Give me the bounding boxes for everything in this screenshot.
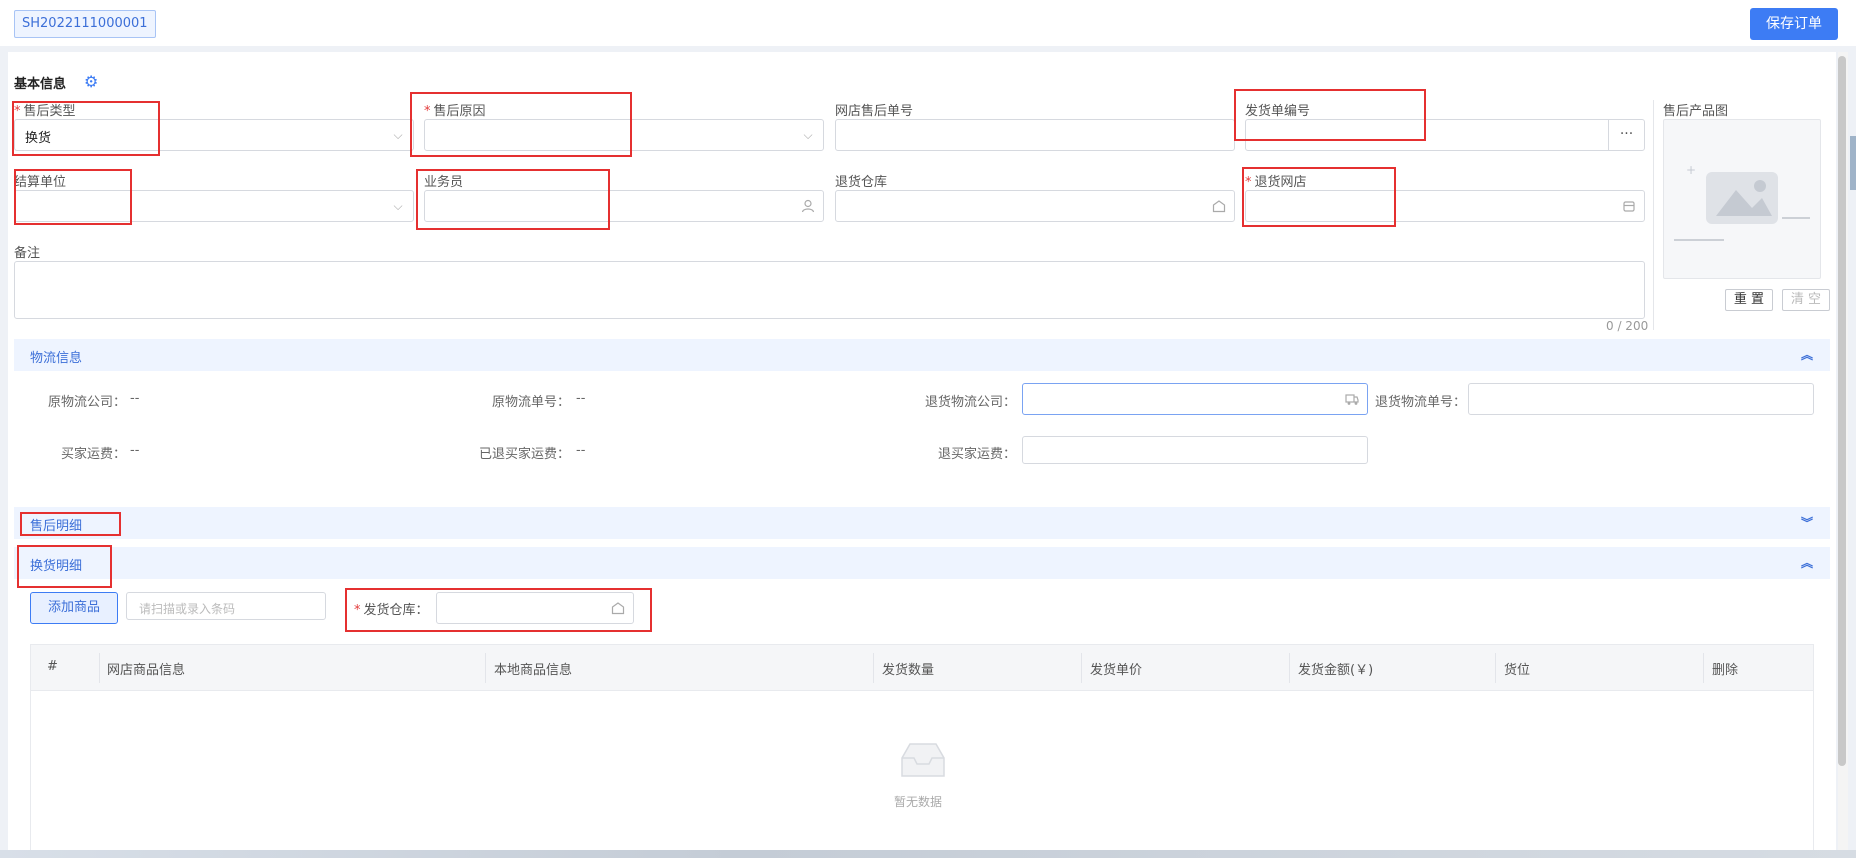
return-warehouse-label: 退货仓库 — [835, 175, 888, 190]
col-shop-product: 网店商品信息 — [107, 663, 186, 678]
refunded-fee-label: 已退买家运费： — [478, 447, 570, 462]
clear-button[interactable]: 清 空 — [1782, 289, 1830, 311]
edge-strip — [1850, 136, 1856, 190]
truck-icon — [1345, 392, 1359, 406]
col-local-product: 本地商品信息 — [494, 663, 573, 678]
logistics-section-header[interactable] — [14, 339, 1830, 371]
barcode-input[interactable]: 请扫描或录入条码 — [126, 592, 326, 620]
highlight-box — [14, 169, 132, 225]
aftersale-detail-header[interactable] — [14, 507, 1830, 539]
col-index: # — [47, 659, 58, 674]
return-warehouse-input[interactable] — [835, 190, 1235, 222]
svg-text:+: + — [1686, 163, 1696, 177]
chevron-up-icon[interactable]: ︽ — [1801, 554, 1813, 571]
product-image-upload[interactable]: + — [1663, 119, 1821, 279]
product-image-label: 售后产品图 — [1663, 104, 1729, 119]
refund-fee-input[interactable] — [1022, 436, 1368, 464]
remark-counter: 0 / 200 — [1606, 319, 1649, 333]
return-no-label: 退货物流单号： — [1374, 395, 1466, 410]
orig-company-label: 原物流公司： — [47, 395, 126, 410]
highlight-box — [1234, 89, 1426, 141]
add-product-button[interactable]: 添加商品 — [30, 592, 118, 624]
gear-icon[interactable]: ⚙ — [84, 74, 100, 90]
buyer-fee-label: 买家运费： — [60, 447, 126, 462]
vertical-divider — [1653, 100, 1654, 330]
chevron-down-icon: ⌵ — [803, 128, 813, 142]
scrollbar-thumb[interactable] — [1838, 56, 1846, 766]
return-company-label: 退货物流公司： — [924, 395, 1016, 410]
highlight-box — [17, 545, 112, 588]
table-header: # 网店商品信息 本地商品信息 发货数量 发货单价 发货金额(￥) 货位 删除 — [30, 644, 1814, 691]
logistics-title: 物流信息 — [30, 351, 83, 366]
remark-textarea[interactable] — [14, 261, 1645, 319]
chevron-down-icon: ⌵ — [393, 128, 403, 142]
chevron-up-icon[interactable]: ︽ — [1801, 346, 1813, 363]
taskbar-strip — [0, 850, 1856, 858]
return-company-input[interactable] — [1022, 383, 1368, 415]
shop-aftersale-no-label: 网店售后单号 — [835, 104, 914, 119]
col-ship-amount: 发货金额(￥) — [1298, 663, 1374, 678]
chevron-down-icon[interactable]: ︾ — [1801, 514, 1813, 531]
refund-fee-label: 退买家运费： — [937, 447, 1016, 462]
highlight-box — [20, 512, 121, 536]
col-ship-price: 发货单价 — [1090, 663, 1143, 678]
empty-inbox-icon — [898, 740, 948, 780]
highlight-box — [345, 588, 652, 632]
more-button[interactable]: ··· — [1608, 120, 1644, 150]
shop-icon — [1622, 199, 1636, 213]
col-location: 货位 — [1504, 663, 1531, 678]
user-icon — [801, 199, 815, 213]
col-ship-qty: 发货数量 — [882, 663, 935, 678]
buyer-fee-value: -- — [130, 443, 140, 458]
shop-aftersale-no-input[interactable] — [835, 119, 1235, 151]
top-bar — [0, 0, 1856, 46]
order-number-tag: SH2022111000001 — [14, 10, 156, 38]
warehouse-icon — [1212, 199, 1226, 213]
chevron-down-icon: ⌵ — [393, 199, 403, 213]
barcode-placeholder: 请扫描或录入条码 — [139, 602, 236, 616]
orig-no-label: 原物流单号： — [491, 395, 570, 410]
highlight-box — [416, 169, 610, 230]
highlight-box — [12, 101, 160, 156]
image-placeholder-icon: + — [1674, 163, 1810, 241]
highlight-box — [410, 92, 632, 157]
return-no-input[interactable] — [1468, 383, 1814, 415]
orig-no-value: -- — [576, 391, 586, 406]
basic-info-title: 基本信息 — [14, 77, 67, 92]
save-order-button[interactable]: 保存订单 — [1750, 8, 1838, 40]
orig-company-value: -- — [130, 391, 140, 406]
refunded-fee-value: -- — [576, 443, 586, 458]
highlight-box — [1242, 167, 1396, 227]
empty-text: 暂无数据 — [894, 795, 943, 809]
col-delete: 删除 — [1712, 663, 1739, 678]
reset-button[interactable]: 重 置 — [1725, 289, 1773, 311]
remark-label: 备注 — [14, 246, 41, 261]
exchange-detail-header[interactable] — [14, 547, 1830, 579]
